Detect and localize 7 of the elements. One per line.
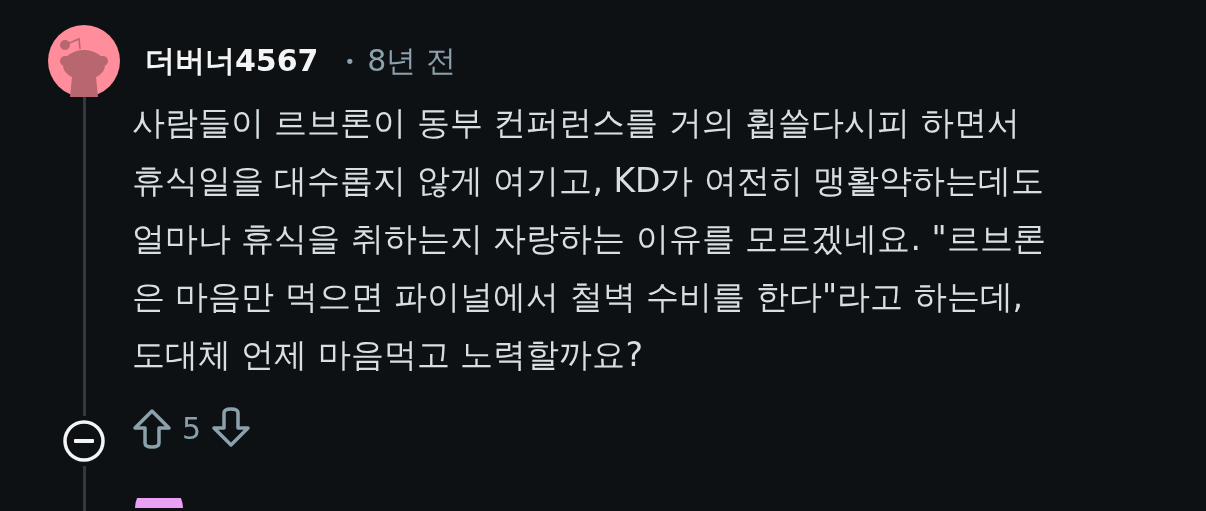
vote-count: 5 [182,410,202,446]
author-name[interactable]: 더버너4567 [145,40,319,82]
upvote-icon[interactable] [130,406,174,450]
timestamp: 8년 전 [367,41,456,80]
collapse-icon[interactable] [62,419,106,463]
comment-text: 사람들이 르브론이 동부 컨퍼런스를 거의 휩쓸다시피 하면서 휴식일을 대수롭지 않게 여기고, KD가 여전히 맹활약하는데도 얼마나 휴식을 취하는지 자랑하는 이유를 모르겠네요. "르브론 은 마음만 먹으면 파이널에서 철벽 수비를 한다"라고 하는데, 도대체 언제 마음먹고 노력할까요? [132,102,1046,376]
separator-dot: • [344,50,356,72]
